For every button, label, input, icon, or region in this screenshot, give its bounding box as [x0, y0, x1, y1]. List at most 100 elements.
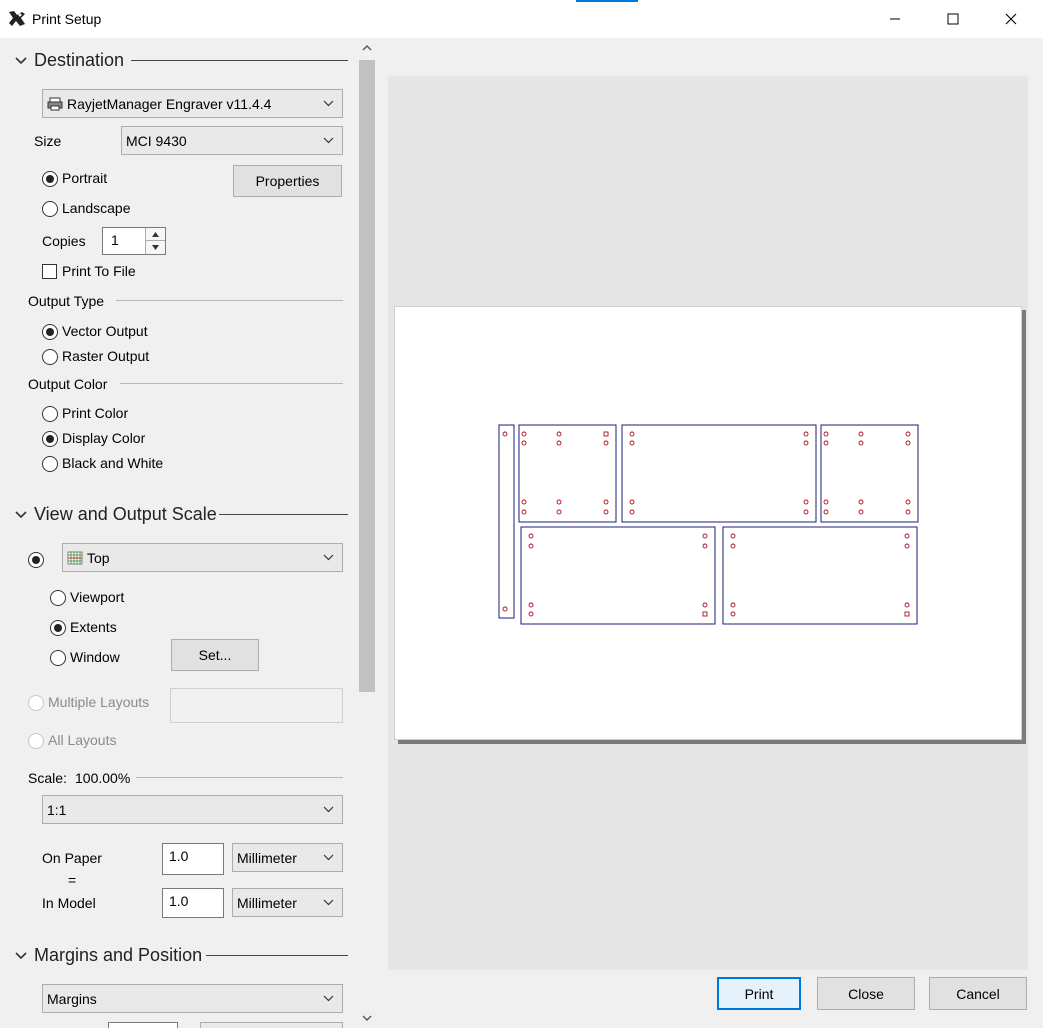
- preview-paper: [394, 306, 1022, 740]
- margins-section-title: Margins and Position: [34, 945, 203, 965]
- viewport-label: Viewport: [70, 589, 125, 605]
- divider: [116, 300, 343, 301]
- drawing-panel-square-right: [820, 424, 919, 523]
- preview-drawing: [498, 424, 919, 625]
- print-to-file-label: Print To File: [62, 263, 136, 279]
- multiple-layouts-label: Multiple Layouts: [48, 694, 150, 710]
- section-divider: [206, 955, 348, 956]
- maximize-icon: [947, 13, 959, 25]
- extents-radio[interactable]: [50, 620, 66, 636]
- minimize-button[interactable]: [866, 0, 924, 38]
- close-window-button[interactable]: [982, 0, 1040, 38]
- drawing-panel-strip: [498, 424, 515, 619]
- raster-output-radio[interactable]: [42, 349, 58, 365]
- destination-section-title: Destination: [34, 50, 125, 70]
- landscape-label: Landscape: [62, 200, 131, 216]
- copies-decrement-button[interactable]: [145, 241, 165, 254]
- chevron-down-icon: [323, 806, 334, 813]
- raster-output-label: Raster Output: [62, 348, 150, 364]
- maximize-button[interactable]: [924, 0, 982, 38]
- divider: [120, 383, 343, 384]
- black-and-white-radio[interactable]: [42, 456, 58, 472]
- on-paper-input[interactable]: 1.0: [162, 843, 224, 875]
- scale-ratio-select[interactable]: 1:1: [42, 795, 343, 824]
- print-button[interactable]: Print: [717, 977, 801, 1010]
- window-title: Print Setup: [32, 11, 102, 27]
- landscape-radio[interactable]: [42, 201, 58, 217]
- drawing-panel-bottom-right: [722, 526, 918, 625]
- size-select-value: MCI 9430: [126, 132, 187, 149]
- properties-button[interactable]: Properties: [233, 165, 342, 197]
- printer-select[interactable]: RayjetManager Engraver v11.4.4: [42, 89, 343, 118]
- size-select[interactable]: MCI 9430: [121, 126, 343, 155]
- portrait-label: Portrait: [62, 170, 108, 186]
- cancel-button[interactable]: Cancel: [929, 977, 1027, 1010]
- printer-icon: [47, 97, 63, 110]
- scroll-down-icon[interactable]: [361, 1013, 373, 1023]
- size-label: Size: [34, 133, 62, 149]
- chevron-down-icon: [323, 100, 334, 107]
- chevron-down-icon: [323, 854, 334, 861]
- grid-view-icon: [67, 551, 83, 564]
- in-model-label: In Model: [42, 895, 96, 911]
- print-to-file-checkbox[interactable]: [42, 264, 57, 279]
- divider: [136, 777, 343, 778]
- equals-label: =: [68, 872, 77, 888]
- minimize-icon: [890, 18, 900, 20]
- in-model-unit-select[interactable]: Millimeter: [232, 888, 343, 917]
- title-accent-line: [576, 0, 638, 2]
- view-select[interactable]: Top: [62, 543, 343, 572]
- display-color-radio[interactable]: [42, 431, 58, 447]
- in-model-input[interactable]: 1.0: [162, 888, 224, 918]
- scroll-up-icon[interactable]: [361, 43, 373, 53]
- multiple-layouts-radio[interactable]: [28, 695, 44, 711]
- black-and-white-label: Black and White: [62, 455, 164, 471]
- set-window-button[interactable]: Set...: [171, 639, 259, 671]
- margins-select[interactable]: Margins: [42, 984, 343, 1013]
- window-label: Window: [70, 649, 120, 665]
- window-radio[interactable]: [50, 650, 66, 666]
- on-paper-unit-select[interactable]: Millimeter: [232, 843, 343, 872]
- chevron-down-icon[interactable]: [14, 56, 28, 66]
- margin-unit-select-partial[interactable]: [200, 1022, 343, 1028]
- margin-input-partial[interactable]: [108, 1022, 178, 1028]
- all-layouts-label: All Layouts: [48, 732, 117, 748]
- output-color-title: Output Color: [28, 376, 108, 392]
- output-type-title: Output Type: [28, 293, 105, 309]
- chevron-down-icon: [323, 137, 334, 144]
- on-paper-value: 1.0: [169, 848, 189, 864]
- chevron-down-icon[interactable]: [14, 951, 28, 961]
- close-icon: [1005, 13, 1017, 25]
- scale-label: Scale:: [28, 770, 67, 786]
- section-divider: [131, 60, 348, 61]
- view-scale-section-title: View and Output Scale: [34, 504, 217, 524]
- on-paper-label: On Paper: [42, 850, 102, 866]
- scrollbar-thumb[interactable]: [359, 60, 375, 692]
- vector-output-radio[interactable]: [42, 324, 58, 340]
- chevron-down-icon[interactable]: [14, 510, 28, 520]
- drawing-panel-square-left: [518, 424, 617, 523]
- arrow-up-icon: [152, 231, 159, 237]
- view-radio[interactable]: [28, 552, 44, 568]
- copies-value: 1: [111, 232, 119, 248]
- all-layouts-radio[interactable]: [28, 733, 44, 749]
- portrait-radio[interactable]: [42, 171, 58, 187]
- multiple-layouts-field[interactable]: [170, 688, 343, 723]
- scale-value: 100.00%: [75, 770, 131, 786]
- in-model-value: 1.0: [169, 893, 189, 909]
- chevron-down-icon: [323, 554, 334, 561]
- print-color-radio[interactable]: [42, 406, 58, 422]
- rhino-app-icon: [7, 9, 27, 29]
- printer-select-value: RayjetManager Engraver v11.4.4: [67, 95, 272, 112]
- chevron-down-icon: [323, 899, 334, 906]
- drawing-panel-bottom-left: [520, 526, 716, 625]
- scale-ratio-value: 1:1: [47, 801, 67, 818]
- display-color-label: Display Color: [62, 430, 146, 446]
- copies-increment-button[interactable]: [145, 228, 165, 241]
- close-button[interactable]: Close: [817, 977, 915, 1010]
- on-paper-unit-value: Millimeter: [237, 849, 297, 866]
- viewport-radio[interactable]: [50, 590, 66, 606]
- margins-select-value: Margins: [47, 990, 97, 1007]
- vector-output-label: Vector Output: [62, 323, 148, 339]
- print-color-label: Print Color: [62, 405, 129, 421]
